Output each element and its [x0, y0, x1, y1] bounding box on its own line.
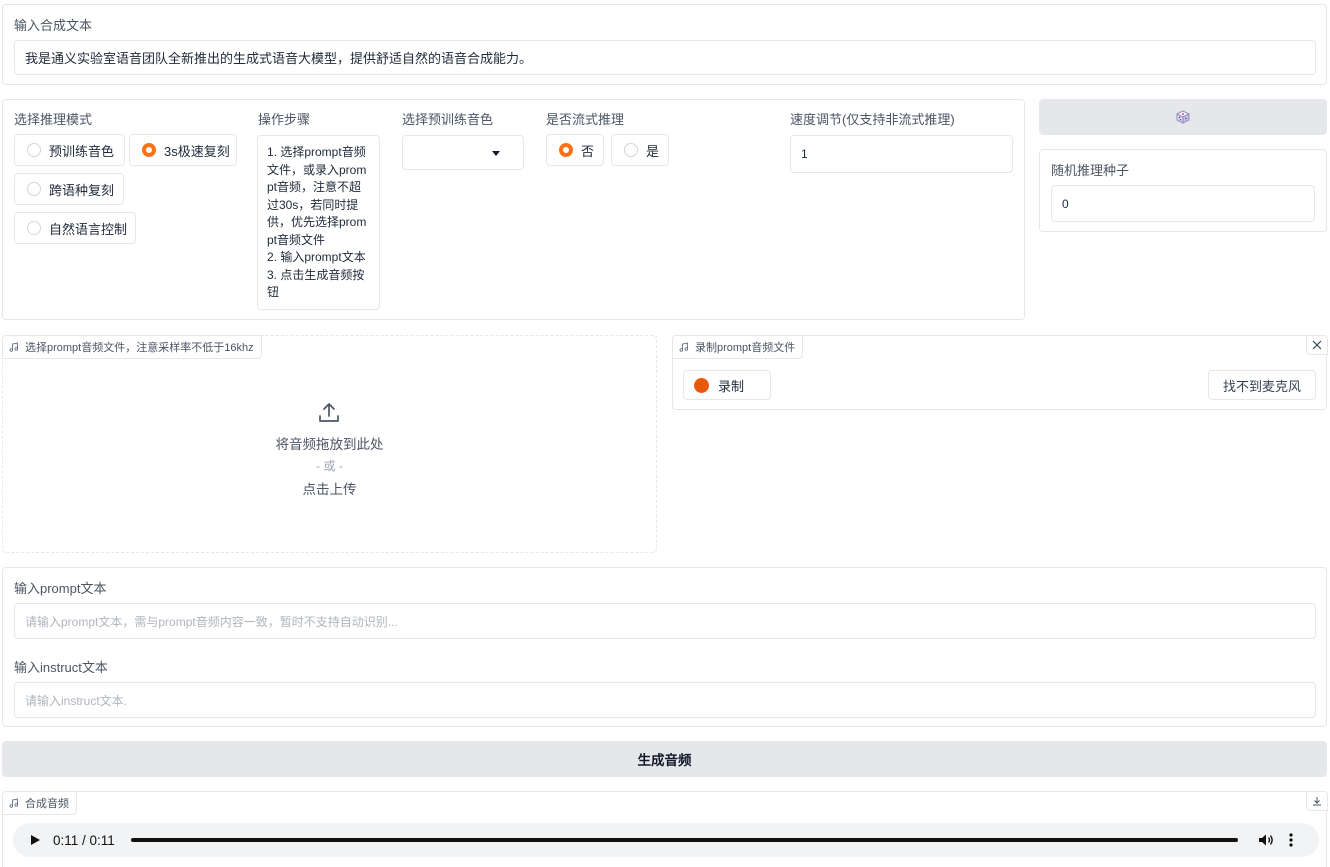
download-icon: [1313, 797, 1321, 806]
download-button[interactable]: [1306, 791, 1328, 811]
radio-yes-dot: [624, 143, 638, 157]
generate-audio-button[interactable]: 生成音频: [2, 741, 1327, 777]
prompt-text-input[interactable]: 请输入prompt文本，需与prompt音频内容一致，暂时不支持自动识别...: [14, 603, 1316, 639]
radio-instruct-dot: [27, 221, 41, 235]
radio-cross-lingual-dot: [27, 182, 41, 196]
record-audio-panel: 录制prompt音频文件 录制 找不到麦克风: [672, 335, 1328, 410]
record-button-label: 录制: [718, 378, 745, 394]
play-icon[interactable]: [29, 834, 41, 846]
audio-time: 0:11 / 0:11: [53, 832, 115, 848]
radio-3s-clone-dot: [142, 143, 156, 157]
mode-option-instruct[interactable]: 自然语言控制: [14, 212, 136, 244]
generate-audio-label: 生成音频: [637, 753, 692, 768]
mode-option-label: 3s极速复刻: [164, 143, 230, 159]
speed-label: 速度调节(仅支持非流式推理): [790, 112, 955, 127]
input-text-block: 输入合成文本 我是通义实验室语音团队全新推出的生成式语音大模型，提供舒适自然的语…: [2, 4, 1327, 85]
stream-option-label: 是: [646, 143, 660, 159]
seed-block: 随机推理种子 0: [1039, 149, 1327, 232]
upload-audio-tag-text: 选择prompt音频文件，注意采样率不低于16khz: [25, 342, 254, 354]
upload-or-text: - 或 -: [316, 459, 343, 473]
caret-down-icon: [492, 151, 500, 156]
seed-input[interactable]: 0: [1051, 185, 1315, 222]
output-audio-panel: 合成音频 0:11 / 0:11: [2, 791, 1328, 867]
record-audio-tag-text: 录制prompt音频文件: [695, 342, 796, 354]
music-note-icon: [9, 342, 19, 352]
mode-option-label: 自然语言控制: [49, 221, 128, 237]
input-text-field[interactable]: 我是通义实验室语音团队全新推出的生成式语音大模型，提供舒适自然的语音合成能力。: [14, 40, 1316, 75]
stream-option-yes[interactable]: 是: [611, 134, 669, 166]
mode-label: 选择推理模式: [14, 112, 93, 127]
close-icon: [1312, 340, 1322, 350]
upload-click-text: 点击上传: [302, 482, 357, 497]
audio-player: 0:11 / 0:11: [13, 823, 1319, 857]
seed-label: 随机推理种子: [1051, 163, 1130, 178]
stream-option-no[interactable]: 否: [546, 134, 604, 166]
microphone-select[interactable]: 找不到麦克风: [1208, 370, 1316, 400]
upload-icon: [319, 403, 339, 422]
stream-label: 是否流式推理: [546, 112, 625, 127]
more-options-icon[interactable]: [1289, 833, 1293, 847]
clear-button[interactable]: [1306, 335, 1328, 355]
audio-progress-fill: [130, 838, 1238, 842]
music-note-icon: [9, 798, 19, 808]
random-seed-button[interactable]: [1039, 99, 1327, 135]
instruct-text-input[interactable]: 请输入instruct文本.: [14, 682, 1316, 718]
settings-panel: 选择推理模式 预训练音色 3s极速复刻 跨语种复刻 自然语言控制 操作步骤 选择…: [2, 99, 1025, 320]
upload-drop-text: 将音频拖放到此处: [275, 437, 384, 452]
radio-pretrained-dot: [27, 143, 41, 157]
record-dot-icon: [694, 377, 709, 393]
mode-option-pretrained[interactable]: 预训练音色: [14, 134, 125, 166]
record-button[interactable]: 录制: [683, 370, 771, 400]
music-note-icon: [679, 342, 689, 352]
step-line: 1. 选择prompt音频文件，或录入prompt音频，注意不超过30s，若同时…: [267, 145, 367, 247]
audio-progress-track[interactable]: [130, 838, 1238, 842]
voice-dropdown[interactable]: [402, 135, 524, 170]
prompt-text-label: 输入prompt文本: [14, 581, 107, 596]
mode-option-3s-clone[interactable]: 3s极速复刻: [129, 134, 237, 166]
mode-option-cross-lingual[interactable]: 跨语种复刻: [14, 173, 124, 205]
output-audio-tag: 合成音频: [2, 791, 77, 815]
output-audio-tag-text: 合成音频: [25, 798, 69, 810]
input-text-label: 输入合成文本: [14, 18, 93, 33]
steps-label: 操作步骤: [258, 112, 311, 127]
radio-no-dot: [559, 143, 573, 157]
steps-textbox[interactable]: 1. 选择prompt音频文件，或录入prompt音频，注意不超过30s，若同时…: [257, 135, 380, 310]
upload-audio-tag: 选择prompt音频文件，注意采样率不低于16khz: [2, 335, 262, 359]
upload-audio-panel[interactable]: 选择prompt音频文件，注意采样率不低于16khz 将音频拖放到此处 - 或 …: [2, 335, 657, 553]
instruct-text-label: 输入instruct文本: [14, 660, 108, 675]
text-inputs-block: 输入prompt文本 请输入prompt文本，需与prompt音频内容一致，暂时…: [2, 567, 1327, 727]
speed-input[interactable]: 1: [790, 135, 1013, 173]
step-line: 3. 点击生成音频按钮: [267, 267, 365, 300]
step-line: 2. 输入prompt文本: [267, 250, 366, 264]
stream-option-label: 否: [581, 143, 595, 159]
record-audio-tag: 录制prompt音频文件: [672, 335, 804, 359]
mode-option-label: 预训练音色: [49, 143, 115, 159]
mode-option-label: 跨语种复刻: [49, 182, 115, 198]
dice-icon: [1176, 110, 1190, 124]
volume-icon[interactable]: [1258, 833, 1274, 847]
voice-label: 选择预训练音色: [402, 112, 494, 127]
